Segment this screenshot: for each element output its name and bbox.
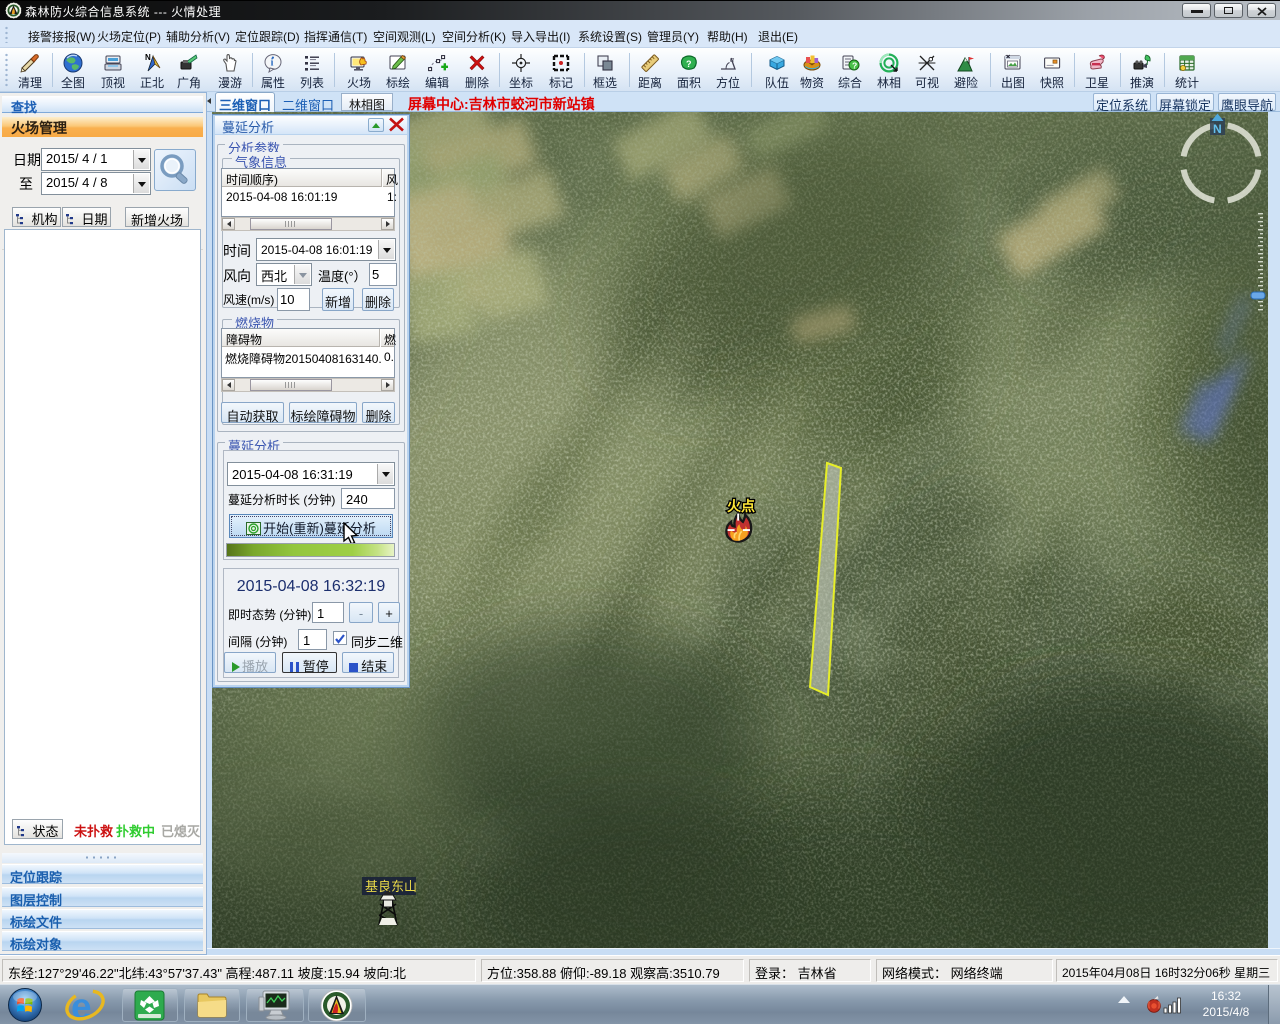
svg-text:?: ? xyxy=(852,60,857,70)
svg-text:基良东山: 基良东山 xyxy=(365,879,417,894)
svg-text:α: α xyxy=(730,57,735,64)
svg-text:i: i xyxy=(271,58,274,69)
svg-text:N: N xyxy=(1213,122,1222,136)
svg-text:火点: 火点 xyxy=(727,498,755,514)
svg-text:N: N xyxy=(145,53,151,62)
svg-text:?: ? xyxy=(686,59,692,69)
